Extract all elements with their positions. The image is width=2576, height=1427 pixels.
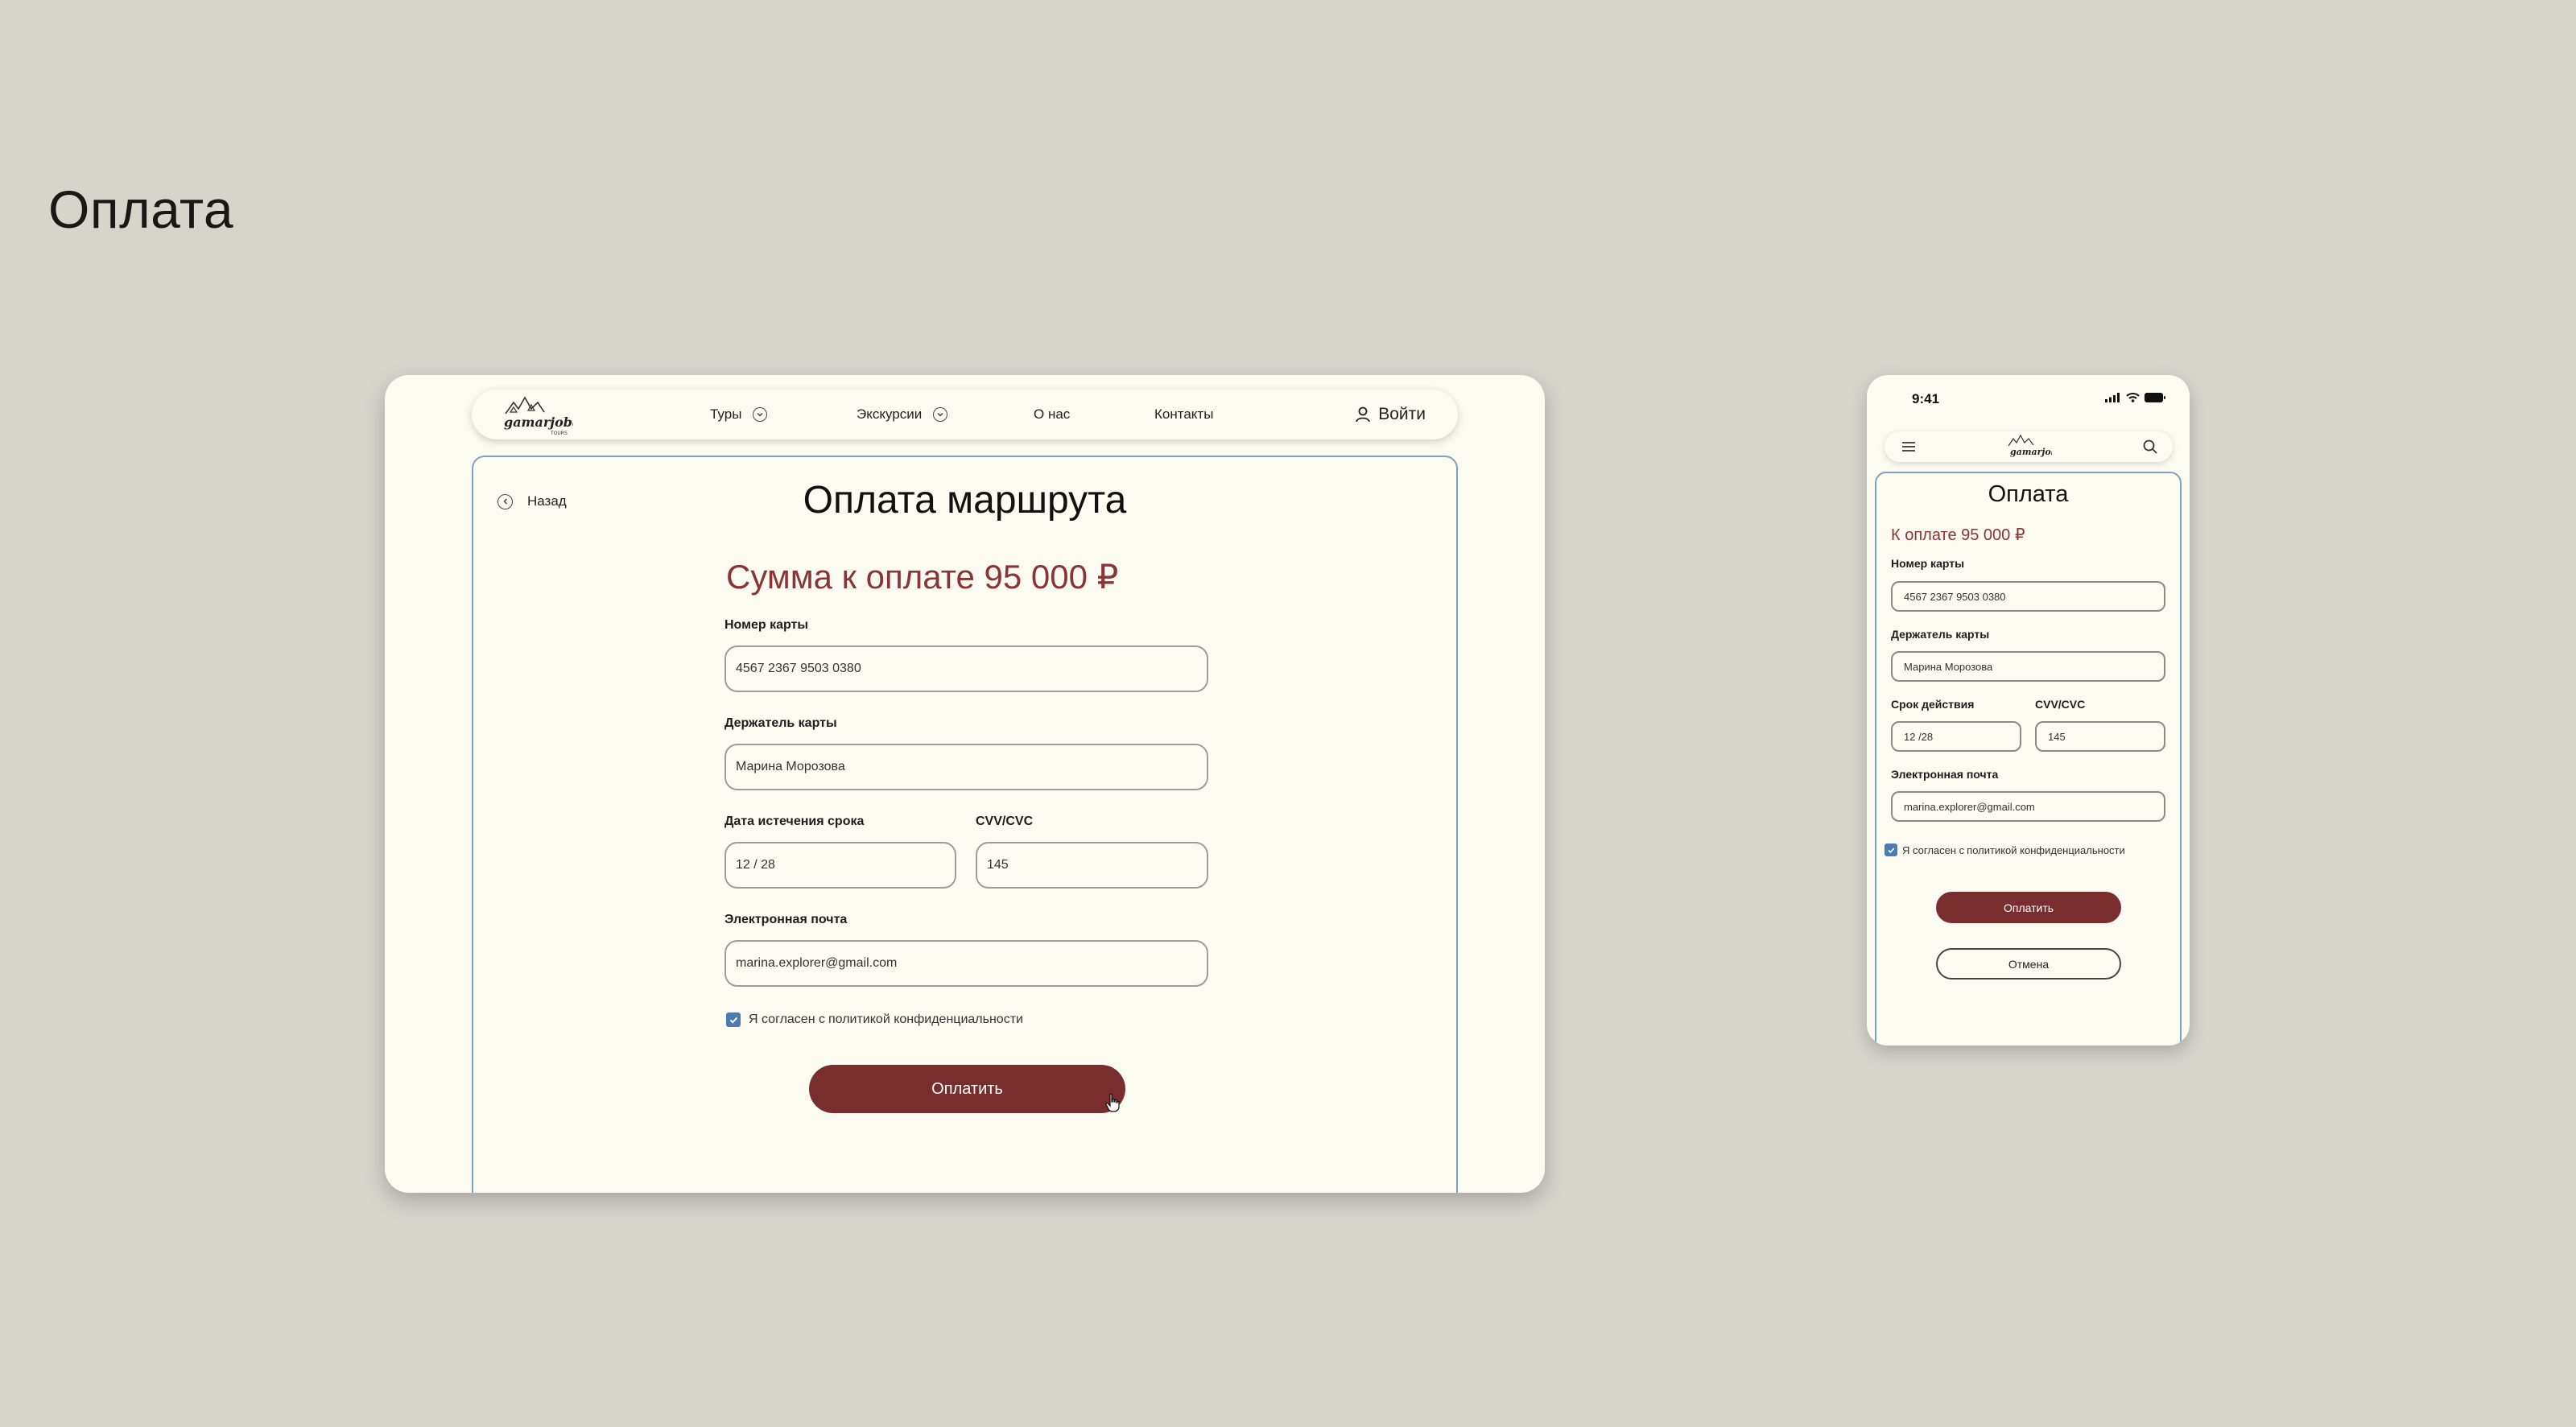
logo-icon[interactable]: gamarjoba (2005, 433, 2052, 460)
mobile-privacy-agreement: Я согласен с политикой конфиденциальност… (1885, 843, 2125, 856)
signal-icon (2105, 393, 2120, 402)
mobile-pay-button[interactable]: Оплатить (1936, 892, 2121, 923)
page-title: Оплата маршрута (803, 479, 1127, 522)
mobile-payment-card: Оплата К оплате 95 000 ₽ Номер карты 456… (1875, 472, 2182, 1046)
checkbox-check-icon (1888, 847, 1895, 853)
mobile-logo-text: gamarjoba (2010, 447, 2052, 457)
email-field[interactable]: marina.explorer@gmail.com (724, 940, 1208, 987)
mobile-cancel-button[interactable]: Отмена (1936, 948, 2121, 980)
mobile-navbar: gamarjoba (1885, 431, 2173, 462)
hamburger-menu-icon[interactable] (1901, 439, 1917, 454)
mobile-card-holder-field[interactable]: Марина Морозова (1891, 651, 2165, 682)
card-holder-label: Держатель карты (724, 716, 837, 730)
mobile-card-number-label: Номер карты (1891, 557, 1965, 570)
nav-about-label: О нас (1034, 406, 1071, 422)
nav-excursions[interactable]: Экскурсии (857, 390, 948, 439)
nav-contacts[interactable]: Контакты (1154, 390, 1213, 439)
mobile-privacy-checkbox[interactable] (1885, 843, 1897, 856)
logo-icon[interactable]: gamarjoba TOURS (501, 394, 580, 436)
status-icons (2105, 393, 2165, 402)
payment-form-card: Назад Оплата маршрута Сумма к оплате 95 … (472, 456, 1458, 1193)
nav-tours-label: Туры (710, 406, 742, 422)
card-number-field[interactable]: 4567 2367 9503 0380 (724, 645, 1208, 692)
cursor-hand-icon (1105, 1093, 1120, 1112)
user-icon (1356, 406, 1371, 423)
expiry-label: Дата истечения срока (724, 815, 865, 828)
checkbox-check-icon (729, 1017, 737, 1024)
chevron-down-icon (933, 407, 948, 422)
nav-excursions-label: Экскурсии (857, 406, 923, 422)
privacy-policy-link[interactable]: политикой конфиденциальности (828, 1013, 1023, 1027)
mobile-cvv-label: CVV/CVC (2035, 698, 2086, 711)
mobile-privacy-agreement-text: Я согласен с (1902, 843, 1965, 856)
expiry-field[interactable]: 12 / 28 (724, 842, 956, 889)
mobile-expiry-field[interactable]: 12 /28 (1891, 721, 2021, 752)
search-icon[interactable] (2142, 439, 2158, 455)
mobile-privacy-policy-link[interactable]: политикой конфиденциальности (1967, 844, 2125, 856)
top-navbar: gamarjoba TOURS Туры Экскурсии О нас Кон… (472, 390, 1458, 439)
mobile-email-field[interactable]: marina.explorer@gmail.com (1891, 791, 2165, 822)
logo-text: gamarjoba (504, 414, 573, 430)
privacy-checkbox[interactable] (726, 1013, 741, 1027)
privacy-agreement-text: Я согласен с (749, 1013, 825, 1026)
nav-contacts-label: Контакты (1154, 406, 1214, 422)
login-label: Войти (1378, 405, 1426, 423)
desktop-mockup: gamarjoba TOURS Туры Экскурсии О нас Кон… (385, 375, 1545, 1193)
card-number-label: Номер карты (724, 618, 809, 632)
email-label: Электронная почта (724, 913, 848, 926)
mobile-amount-due: К оплате 95 000 ₽ (1891, 526, 2025, 544)
mobile-email-label: Электронная почта (1891, 768, 1999, 781)
logo-sub: TOURS (550, 431, 568, 436)
chevron-down-icon (753, 407, 768, 422)
wifi-icon (2126, 393, 2140, 402)
mobile-card-number-field[interactable]: 4567 2367 9503 0380 (1891, 581, 2165, 612)
card-holder-field[interactable]: Марина Морозова (724, 744, 1208, 790)
mobile-mockup: 9:41 gamarjoba Оплата К оплате 95 000 ₽ … (1867, 375, 2190, 1046)
mobile-cvv-field[interactable]: 145 (2035, 721, 2165, 752)
login-button[interactable]: Войти (1354, 390, 1426, 439)
slide-title: Оплата (48, 179, 234, 239)
nav-about[interactable]: О нас (1034, 390, 1070, 439)
privacy-agreement: Я согласен с политикой конфиденциальност… (726, 1013, 1023, 1027)
cvv-label: CVV/CVC (976, 815, 1034, 828)
status-time: 9:41 (1912, 391, 1940, 406)
nav-tours[interactable]: Туры (710, 390, 768, 439)
mobile-page-title: Оплата (1988, 481, 2069, 507)
mobile-expiry-label: Срок действия (1891, 698, 1975, 711)
amount-due: Сумма к оплате 95 000 ₽ (726, 558, 1119, 596)
cvv-field[interactable]: 145 (976, 842, 1208, 889)
pay-button[interactable]: Оплатить (809, 1065, 1125, 1113)
mobile-card-holder-label: Держатель карты (1891, 628, 1990, 641)
battery-icon (2145, 393, 2165, 402)
